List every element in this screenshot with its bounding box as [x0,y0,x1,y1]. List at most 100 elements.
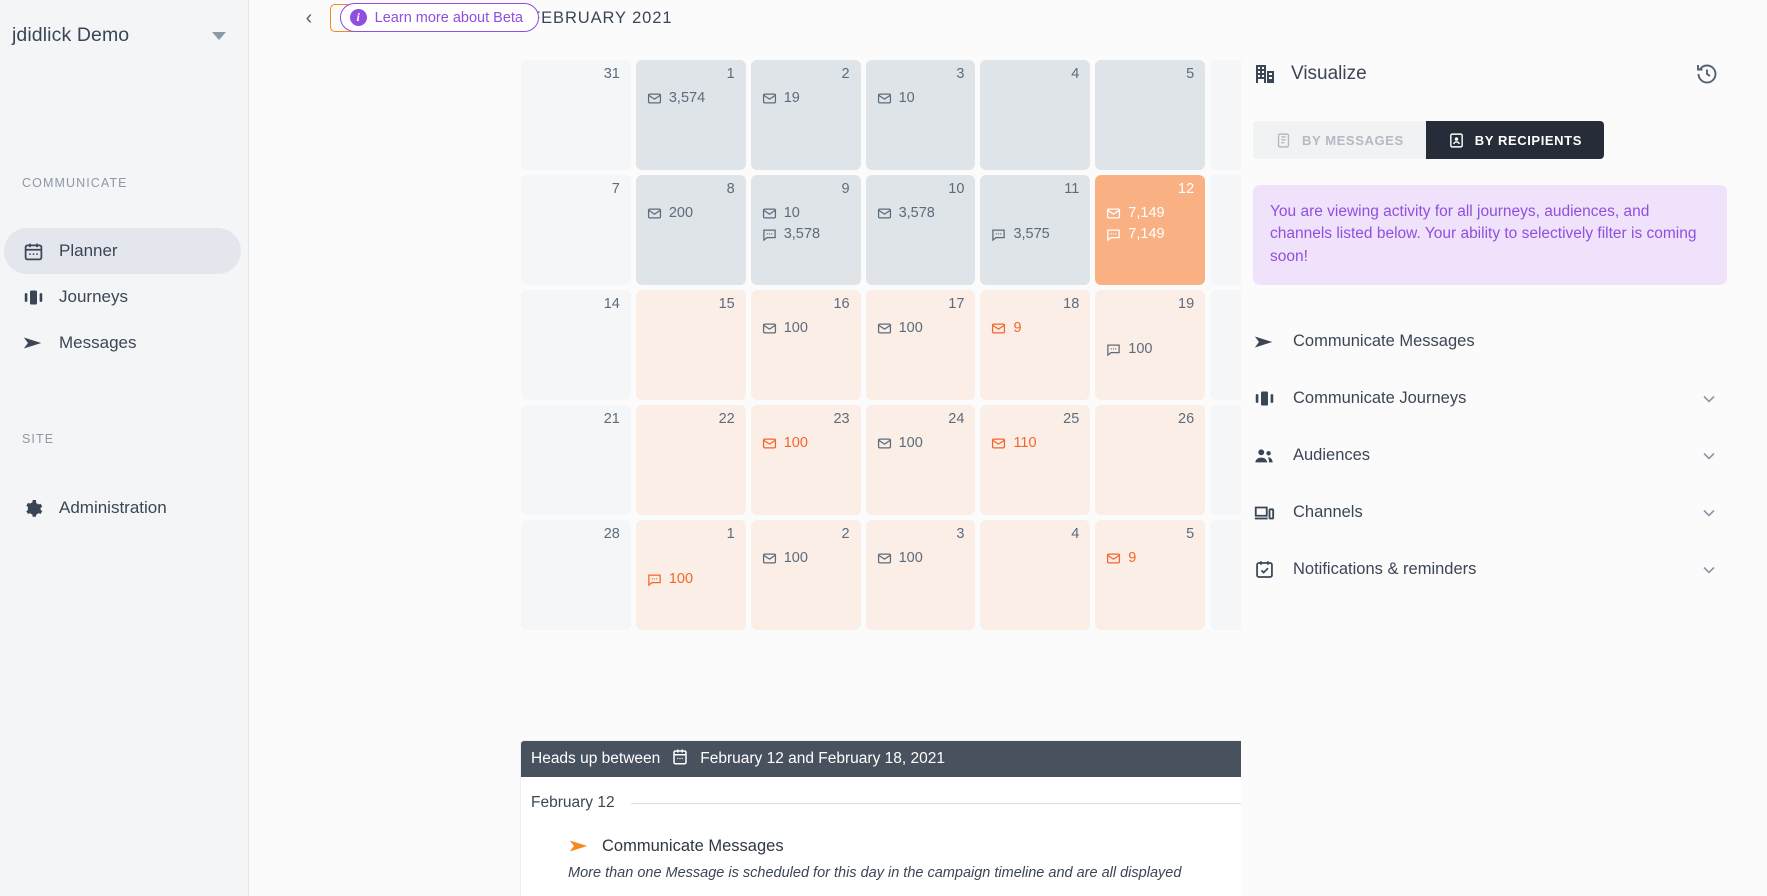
calendar-day-cell[interactable]: 113,575 [980,175,1090,285]
day-number: 8 [636,182,737,197]
day-event-list: 10 3,578 [751,206,852,242]
calendar-day-cell[interactable]: 7 [521,175,631,285]
calendar-day-cell[interactable]: 4 [980,60,1090,170]
calendar-day-cell[interactable]: 13,574 [636,60,746,170]
calendar-day-cell[interactable]: 26 [1095,405,1205,515]
calendar-day-cell[interactable]: 5 [1095,60,1205,170]
sidebar-item-planner[interactable]: Planner [4,228,241,274]
day-event-list: 200 [636,206,737,221]
day-event[interactable]: 100 [877,321,967,336]
day-event-list: 110 [980,436,1081,451]
history-icon[interactable] [1695,62,1719,86]
calendar-week-row: 14151610017100189 19 100 20 [521,290,1241,400]
day-number: 19 [1095,297,1196,312]
devices-icon [1253,502,1275,524]
chevron-down-icon[interactable] [1699,446,1719,466]
calendar-day-cell[interactable]: 16100 [751,290,861,400]
day-event[interactable]: 10 [877,91,967,106]
building-icon [1253,62,1277,86]
calendar-day-cell[interactable]: 14 [521,290,631,400]
day-event[interactable]: 3,578 [762,227,852,242]
calendar-week-row: 3113,574219 3 10 456 [521,60,1241,170]
day-event[interactable]: 100 [762,321,852,336]
visualize-filter-item-notifications-reminders[interactable]: Notifications & reminders [1241,541,1767,598]
calendar-day-cell[interactable]: 28 [521,520,631,630]
calendar-day-cell[interactable]: 8 200 [636,175,746,285]
event-count: 100 [784,551,808,566]
day-event[interactable]: 3,578 [877,206,967,221]
day-event[interactable]: 9 [991,321,1081,336]
visualize-title: Visualize [1291,63,1367,85]
day-event[interactable]: 9 [1106,551,1196,566]
calendar-day-cell[interactable]: 24100 [866,405,976,515]
chevron-down-icon[interactable] [1699,503,1719,523]
prev-month-button[interactable]: ‹ [295,4,323,32]
day-event[interactable]: 100 [877,436,967,451]
day-number: 3 [866,67,967,82]
sidebar-item-journeys[interactable]: Journeys [4,274,241,320]
sidebar-section-site-label: SITE [0,432,54,446]
sidebar-item-messages[interactable]: Messages [4,320,241,366]
beta-notice: You are viewing activity for all journey… [1253,185,1727,285]
calendar-day-cell[interactable]: 2100 [751,520,861,630]
clipboard-icon [1275,132,1292,149]
calendar-day-cell[interactable]: 17100 [866,290,976,400]
calendar-day-cell[interactable]: 1100 [636,520,746,630]
day-event[interactable]: 7,149 [1106,227,1196,242]
calendar-day-cell[interactable]: 25110 [980,405,1090,515]
calendar-day-cell[interactable]: 15 [636,290,746,400]
day-event[interactable]: 100 [877,551,967,566]
calendar-day-cell[interactable]: 21 [521,405,631,515]
event-spacer [1106,321,1196,342]
day-event[interactable]: 100 [1106,342,1196,357]
day-number: 5 [1095,527,1196,542]
calendar-day-cell[interactable]: 20 [1210,290,1241,400]
visualize-filter-item-communicate-journeys[interactable]: Communicate Journeys [1241,370,1767,427]
calendar-day-cell[interactable]: 31 [521,60,631,170]
calendar-day-cell[interactable]: 6 [1210,520,1241,630]
chevron-down-icon[interactable] [1699,560,1719,580]
calendar-day-cell[interactable]: 3100 [866,520,976,630]
day-event[interactable]: 200 [647,206,737,221]
visualize-filter-item-communicate-messages[interactable]: Communicate Messages [1241,313,1767,370]
sidebar-nav-site: Administration [4,485,241,531]
day-event[interactable]: 100 [762,436,852,451]
day-event[interactable]: 3,575 [991,227,1081,242]
chevron-down-icon [212,32,226,40]
calendar-day-cell[interactable]: 9103,578 [751,175,861,285]
day-event[interactable]: 110 [991,436,1081,451]
day-event[interactable]: 100 [647,572,737,587]
calendar-day-cell[interactable]: 189 [980,290,1090,400]
calendar-day-cell[interactable]: 6 [1210,60,1241,170]
calendar-day-cell[interactable]: 4 [980,520,1090,630]
chevron-down-icon[interactable] [1699,389,1719,409]
day-event[interactable]: 100 [762,551,852,566]
day-event[interactable]: 7,149 [1106,206,1196,221]
day-event[interactable]: 19 [762,91,852,106]
day-number: 10 [866,182,967,197]
calendar-day-cell[interactable]: 13 [1210,175,1241,285]
learn-more-beta-button[interactable]: i Learn more about Beta [340,3,539,32]
email-icon [762,321,777,336]
calendar-day-cell[interactable]: 127,1497,149 [1095,175,1205,285]
visualize-filter-item-channels[interactable]: Channels [1241,484,1767,541]
tab-by-recipients[interactable]: BY RECIPIENTS [1426,121,1604,159]
calendar-day-cell[interactable]: 59 [1095,520,1205,630]
tab-by-messages[interactable]: BY MESSAGES [1253,121,1426,159]
calendar-day-cell[interactable]: 22 [636,405,746,515]
calendar-day-cell[interactable]: 19 100 [1095,290,1205,400]
calendar-day-cell[interactable]: 10 3,578 [866,175,976,285]
calendar-day-cell[interactable]: 219 [751,60,861,170]
day-event[interactable]: 10 [762,206,852,221]
event-count: 3,578 [784,227,820,242]
calendar-day-cell[interactable]: 3 10 [866,60,976,170]
calendar-day-cell[interactable]: 27 [1210,405,1241,515]
account-switcher[interactable]: jdidlick Demo [0,0,248,47]
event-count: 3,575 [1013,227,1049,242]
day-event[interactable]: 3,574 [647,91,737,106]
visualize-filter-item-audiences[interactable]: Audiences [1241,427,1767,484]
sidebar-item-administration[interactable]: Administration [4,485,241,531]
calendar-day-cell[interactable]: 23100 [751,405,861,515]
day-number: 7 [521,182,622,197]
event-count: 9 [1128,551,1136,566]
